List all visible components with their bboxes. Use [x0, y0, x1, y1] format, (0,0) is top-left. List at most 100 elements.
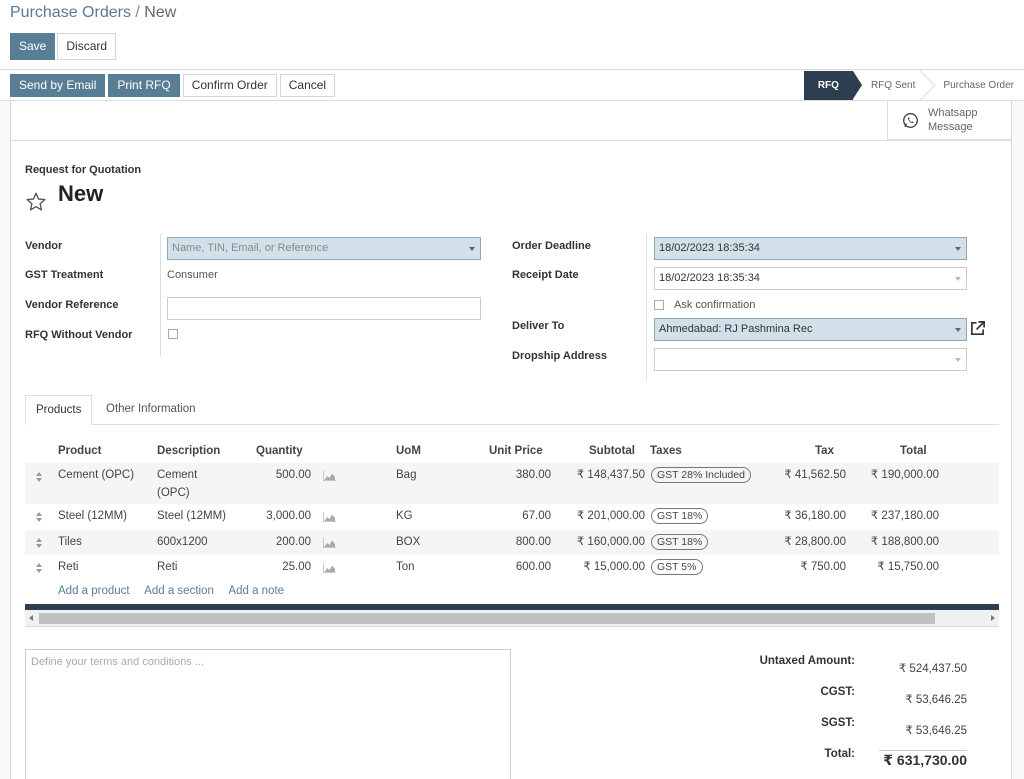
column-header[interactable]: Subtotal: [589, 445, 635, 457]
rfq-without-vendor-checkbox[interactable]: [168, 329, 178, 339]
table-row[interactable]: Cement (OPC) Cement (OPC) 500.00 Bag 380…: [25, 463, 999, 504]
description-cell[interactable]: 600x1200: [157, 533, 208, 551]
tax-badge[interactable]: GST 18%: [651, 508, 708, 524]
horizontal-scrollbar[interactable]: [25, 610, 999, 627]
product-cell[interactable]: Cement (OPC): [58, 466, 134, 484]
description-cell[interactable]: Cement (OPC): [157, 466, 197, 502]
uom-cell[interactable]: Bag: [396, 466, 416, 484]
drag-handle-icon[interactable]: [36, 563, 42, 573]
tab-products[interactable]: Products: [25, 395, 92, 425]
description-cell[interactable]: Reti: [157, 558, 177, 576]
drag-handle-icon[interactable]: [36, 472, 42, 482]
drag-handle-icon[interactable]: [36, 512, 42, 522]
tax-badge[interactable]: GST 5%: [651, 559, 703, 575]
table-row[interactable]: Steel (12MM) Steel (12MM) 3,000.00 KG 67…: [25, 504, 999, 530]
table-row[interactable]: Tiles 600x1200 200.00 BOX 800.00 ₹ 160,0…: [25, 530, 999, 555]
unit-price-cell[interactable]: 67.00: [471, 507, 551, 525]
stage-rfq[interactable]: RFQ: [804, 71, 853, 100]
cancel-button[interactable]: Cancel: [280, 74, 335, 97]
whatsapp-message-button[interactable]: Whatsapp Message: [887, 101, 1011, 140]
notebook-tabs: Products Other Information: [25, 395, 999, 425]
send-by-email-button[interactable]: Send by Email: [10, 74, 105, 97]
uom-cell[interactable]: BOX: [396, 533, 420, 551]
subtotal-cell: ₹ 15,000.00: [550, 558, 645, 576]
quantity-cell[interactable]: 200.00: [231, 533, 311, 551]
deliver-to-select[interactable]: Ahmedabad: RJ Pashmina Rec: [654, 318, 967, 341]
forecast-chart-icon[interactable]: [323, 563, 336, 573]
add-note-link[interactable]: Add a note: [228, 585, 284, 597]
stage-rfq-sent[interactable]: RFQ Sent: [853, 71, 925, 100]
gst-treatment-label: GST Treatment: [25, 269, 103, 281]
table-header: Product Description Quantity UoM Unit Pr…: [25, 439, 999, 463]
deliver-to-value: Ahmedabad: RJ Pashmina Rec: [659, 323, 812, 335]
vendor-select[interactable]: Name, TIN, Email, or Reference: [167, 237, 481, 260]
dropship-address-select[interactable]: [654, 348, 967, 371]
quantity-cell[interactable]: 25.00: [231, 558, 311, 576]
total-cell: ₹ 190,000.00: [851, 466, 939, 484]
tab-other-information[interactable]: Other Information: [96, 395, 205, 425]
uom-cell[interactable]: KG: [396, 507, 413, 525]
receipt-date-value: 18/02/2023 18:35:34: [659, 272, 760, 284]
column-header[interactable]: Description: [157, 445, 220, 457]
quantity-cell[interactable]: 500.00: [231, 466, 311, 484]
print-rfq-button[interactable]: Print RFQ: [108, 74, 179, 97]
unit-price-cell[interactable]: 800.00: [471, 533, 551, 551]
deliver-to-label: Deliver To: [512, 320, 564, 332]
column-header[interactable]: Total: [900, 445, 927, 457]
confirm-order-button[interactable]: Confirm Order: [183, 74, 277, 97]
save-button[interactable]: Save: [10, 33, 55, 60]
breadcrumb-parent[interactable]: Purchase Orders: [10, 4, 131, 21]
receipt-date-label: Receipt Date: [512, 269, 579, 281]
stage-pipeline: RFQ RFQ Sent Purchase Order: [804, 71, 1024, 100]
product-cell[interactable]: Reti: [58, 558, 78, 576]
uom-cell[interactable]: Ton: [396, 558, 415, 576]
drag-handle-icon[interactable]: [36, 538, 42, 548]
product-cell[interactable]: Steel (12MM): [58, 507, 127, 525]
forecast-chart-icon[interactable]: [323, 471, 336, 481]
total-cell: ₹ 188,800.00: [851, 533, 939, 551]
vendor-reference-input[interactable]: [167, 297, 481, 320]
star-icon[interactable]: [25, 191, 47, 213]
terms-and-conditions-textarea[interactable]: Define your terms and conditions ...: [25, 649, 511, 779]
unit-price-cell[interactable]: 600.00: [471, 558, 551, 576]
scroll-right-icon[interactable]: [991, 615, 995, 621]
column-header[interactable]: Product: [58, 445, 101, 457]
cgst-label: CGST:: [735, 686, 855, 698]
vendor-label: Vendor: [25, 240, 62, 252]
untaxed-amount-value: ₹ 524,437.50: [857, 661, 967, 675]
column-header[interactable]: UoM: [396, 445, 421, 457]
forecast-chart-icon[interactable]: [323, 538, 336, 548]
order-deadline-label: Order Deadline: [512, 240, 591, 252]
chevron-down-icon: [955, 247, 961, 251]
tax-badge[interactable]: GST 28% Included: [651, 467, 751, 483]
quantity-cell[interactable]: 3,000.00: [231, 507, 311, 525]
scrollbar-thumb[interactable]: [39, 613, 935, 624]
receipt-date-input[interactable]: 18/02/2023 18:35:34: [654, 267, 967, 290]
total-value: ₹ 631,730.00: [837, 752, 967, 769]
stage-purchase-order[interactable]: Purchase Order: [925, 71, 1024, 100]
unit-price-cell[interactable]: 380.00: [471, 466, 551, 484]
table-row[interactable]: Reti Reti 25.00 Ton 600.00 ₹ 15,000.00 G…: [25, 555, 999, 581]
column-header[interactable]: Tax: [815, 445, 834, 457]
column-header[interactable]: Quantity: [256, 445, 303, 457]
description-cell[interactable]: Steel (12MM): [157, 507, 226, 525]
column-header[interactable]: Taxes: [650, 445, 682, 457]
control-panel: Purchase Orders / New SaveDiscard: [0, 0, 1024, 70]
forecast-chart-icon[interactable]: [323, 512, 336, 522]
add-section-link[interactable]: Add a section: [144, 585, 214, 597]
tax-cell: ₹ 41,562.50: [745, 466, 846, 484]
vendor-placeholder: Name, TIN, Email, or Reference: [172, 242, 328, 254]
chevron-down-icon: [955, 328, 961, 332]
discard-button[interactable]: Discard: [57, 33, 116, 60]
order-deadline-input[interactable]: 18/02/2023 18:35:34: [654, 237, 967, 260]
cgst-value: ₹ 53,646.25: [857, 692, 967, 706]
add-product-link[interactable]: Add a product: [58, 585, 130, 597]
scroll-left-icon[interactable]: [29, 615, 33, 621]
product-cell[interactable]: Tiles: [58, 533, 82, 551]
column-header[interactable]: Unit Price: [489, 445, 543, 457]
tax-badge[interactable]: GST 18%: [651, 534, 708, 550]
external-link-icon[interactable]: [969, 320, 986, 337]
vendor-reference-label: Vendor Reference: [25, 299, 119, 311]
chevron-down-icon: [955, 358, 961, 362]
ask-confirmation-checkbox[interactable]: [654, 300, 664, 310]
